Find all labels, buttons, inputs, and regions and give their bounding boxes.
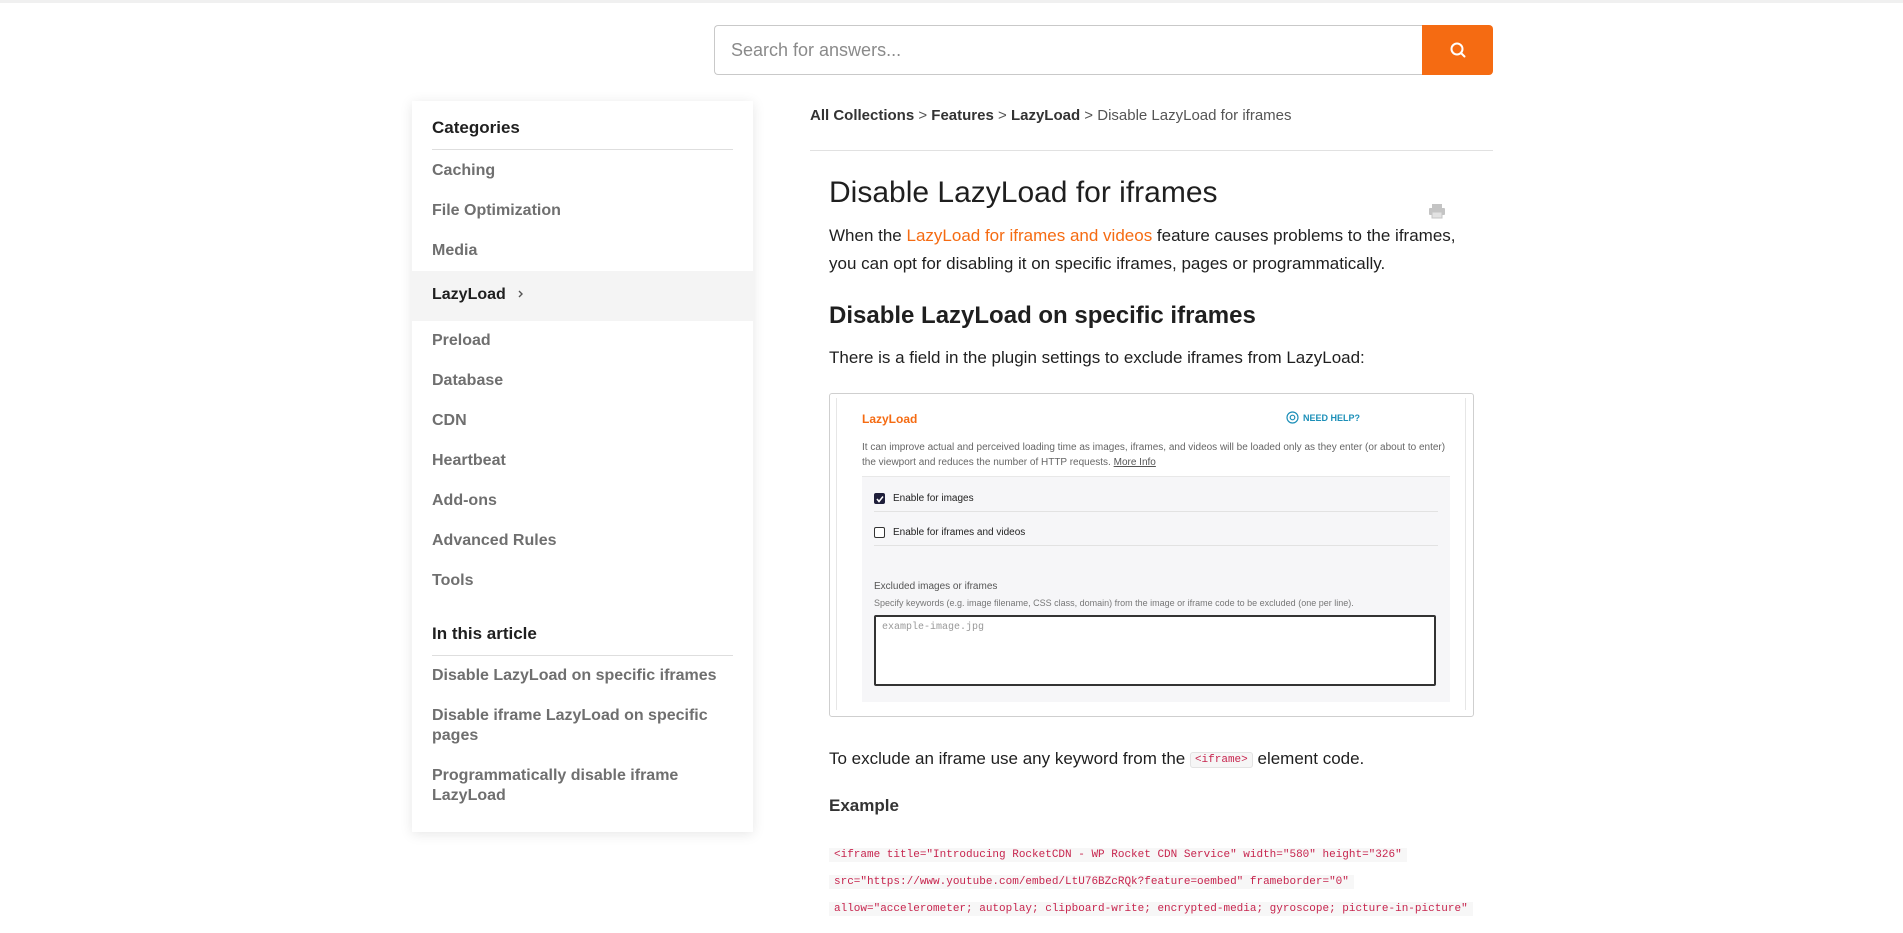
option-images: Enable for images: [874, 493, 974, 504]
screenshot-title: LazyLoad: [862, 412, 918, 426]
sidebar-item-tools[interactable]: Tools: [432, 572, 473, 590]
sidebar-item-caching[interactable]: Caching: [432, 162, 495, 180]
example-heading: Example: [829, 796, 899, 815]
code-line: src="https://www.youtube.com/embed/LtU76…: [829, 875, 1354, 889]
more-info-link: More Info: [1113, 457, 1156, 468]
breadcrumb-separator: >: [918, 107, 928, 124]
divider: [432, 655, 733, 656]
sidebar-item-database[interactable]: Database: [432, 372, 503, 390]
search-icon: [1450, 42, 1465, 58]
toc-item-specific-pages[interactable]: Disable iframe LazyLoad on specific page…: [432, 706, 733, 746]
breadcrumb: All Collections > Features > LazyLoad > …: [810, 107, 1292, 124]
checked-checkbox-icon: [874, 493, 885, 504]
lifebuoy-icon: [1286, 411, 1299, 424]
chevron-right-icon: [518, 290, 524, 298]
search-button[interactable]: [1422, 25, 1493, 75]
exclude-text: To exclude an iframe use any keyword fro…: [829, 749, 1190, 768]
sidebar-item-add-ons[interactable]: Add-ons: [432, 492, 497, 510]
page-title: Disable LazyLoad for iframes: [829, 176, 1218, 209]
breadcrumb-separator: >: [1084, 107, 1094, 124]
print-icon[interactable]: [1428, 203, 1446, 219]
lazyload-iframes-link[interactable]: LazyLoad for iframes and videos: [907, 226, 1153, 245]
divider: [874, 545, 1438, 546]
options-panel: Enable for images Enable for iframes and…: [862, 476, 1450, 702]
toc-item-programmatically[interactable]: Programmatically disable iframe LazyLoad: [432, 766, 733, 806]
sidebar-item-cdn[interactable]: CDN: [432, 412, 467, 430]
divider: [874, 511, 1438, 512]
toc-item-specific-iframes[interactable]: Disable LazyLoad on specific iframes: [432, 666, 733, 686]
exclude-text: element code.: [1252, 749, 1365, 768]
sidebar-item-file-optimization[interactable]: File Optimization: [432, 202, 561, 220]
need-help-link: NEED HELP?: [1286, 411, 1360, 424]
breadcrumb-separator: >: [998, 107, 1007, 124]
categories-heading: Categories: [432, 118, 520, 137]
intro-text: When the: [829, 226, 907, 245]
section-paragraph: There is a field in the plugin settings …: [829, 348, 1365, 367]
breadcrumb-current: Disable LazyLoad for iframes: [1097, 107, 1292, 124]
breadcrumb-lazyload[interactable]: LazyLoad: [1011, 107, 1080, 124]
toc-heading: In this article: [432, 624, 537, 643]
breadcrumb-features[interactable]: Features: [931, 107, 994, 124]
unchecked-checkbox-icon: [874, 527, 885, 538]
sidebar-item-preload[interactable]: Preload: [432, 332, 491, 350]
option-iframes: Enable for iframes and videos: [874, 527, 1025, 538]
excluded-textarea: example-image.jpg: [874, 615, 1436, 686]
screenshot-frame: LazyLoad NEED HELP? It can improve actua…: [836, 398, 1466, 710]
intro-paragraph: When the LazyLoad for iframes and videos…: [829, 222, 1469, 278]
search-bar: [714, 25, 1493, 75]
code-line: <iframe title="Introducing RocketCDN - W…: [829, 848, 1407, 862]
settings-screenshot: LazyLoad NEED HELP? It can improve actua…: [829, 393, 1474, 717]
sidebar-item-heartbeat[interactable]: Heartbeat: [432, 452, 506, 470]
need-help-label: NEED HELP?: [1303, 412, 1361, 423]
top-border: [0, 0, 1903, 3]
option-iframes-label: Enable for iframes and videos: [893, 527, 1026, 538]
code-line: allow="accelerometer; autoplay; clipboar…: [829, 902, 1473, 916]
exclude-paragraph: To exclude an iframe use any keyword fro…: [829, 745, 1364, 776]
section-heading-specific-iframes: Disable LazyLoad on specific iframes: [829, 302, 1256, 329]
excluded-label: Excluded images or iframes: [874, 581, 998, 592]
divider: [810, 150, 1493, 151]
sidebar-item-label: LazyLoad: [432, 286, 526, 304]
breadcrumb-all-collections[interactable]: All Collections: [810, 107, 914, 124]
sidebar-item-advanced-rules[interactable]: Advanced Rules: [432, 532, 556, 550]
excluded-help: Specify keywords (e.g. image filename, C…: [874, 598, 1354, 608]
screenshot-description: It can improve actual and perceived load…: [862, 440, 1452, 470]
search-input[interactable]: [714, 25, 1422, 75]
sidebar-item-lazyload[interactable]: LazyLoad: [412, 271, 753, 321]
inline-code: <iframe>: [1189, 752, 1253, 768]
sidebar: Categories Caching File Optimization Med…: [412, 101, 753, 832]
option-images-label: Enable for images: [893, 493, 974, 504]
divider: [432, 149, 733, 150]
sidebar-item-media[interactable]: Media: [432, 242, 477, 260]
